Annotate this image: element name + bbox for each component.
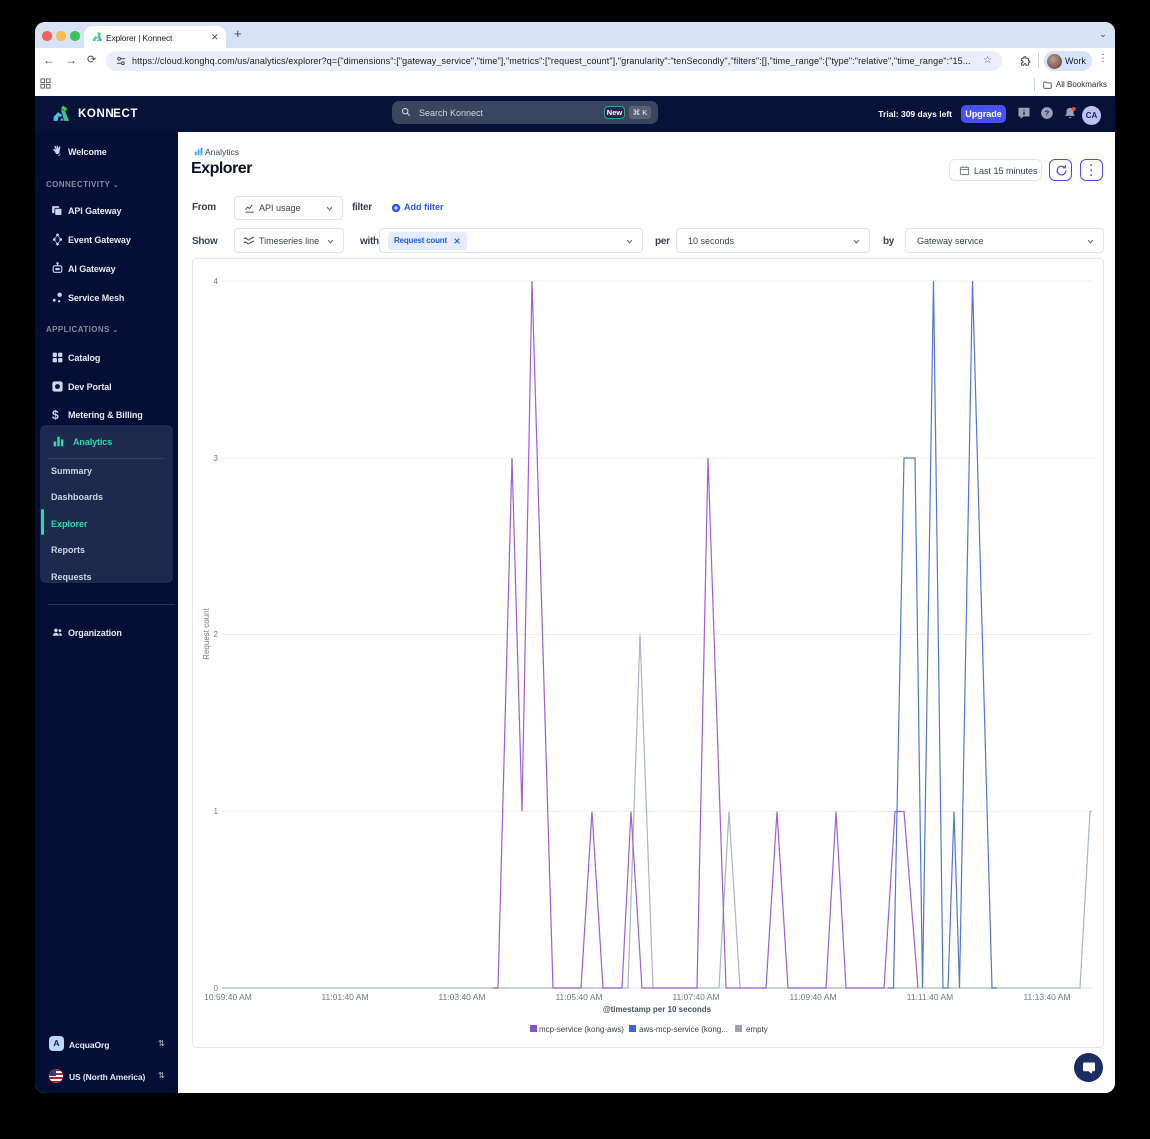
svg-text:3: 3 [214,454,219,463]
svg-text:10:59:40 AM: 10:59:40 AM [204,992,252,1002]
svg-text:empty: empty [746,1025,768,1034]
svg-text:11:05:40 AM: 11:05:40 AM [555,992,602,1002]
svg-text:?: ? [1045,109,1050,118]
svg-text:11:07:40 AM: 11:07:40 AM [672,992,719,1002]
svg-text:@timestamp per 10 seconds: @timestamp per 10 seconds [603,1005,712,1014]
svg-text:Request count: Request count [202,607,211,659]
svg-text:1: 1 [214,807,219,816]
svg-text:11:01:40 AM: 11:01:40 AM [321,992,368,1002]
svg-text:2: 2 [214,630,219,639]
svg-text:4: 4 [214,277,219,286]
svg-text:11:03:40 AM: 11:03:40 AM [438,992,485,1002]
svg-text:aws-mcp-service (kong...: aws-mcp-service (kong... [639,1025,728,1034]
svg-text:11:13:40 AM: 11:13:40 AM [1023,992,1070,1002]
svg-text:mcp-service (kong-aws): mcp-service (kong-aws) [539,1025,624,1034]
svg-text:11:11:40 AM: 11:11:40 AM [907,992,953,1002]
svg-text:11:09:40 AM: 11:09:40 AM [789,992,836,1002]
